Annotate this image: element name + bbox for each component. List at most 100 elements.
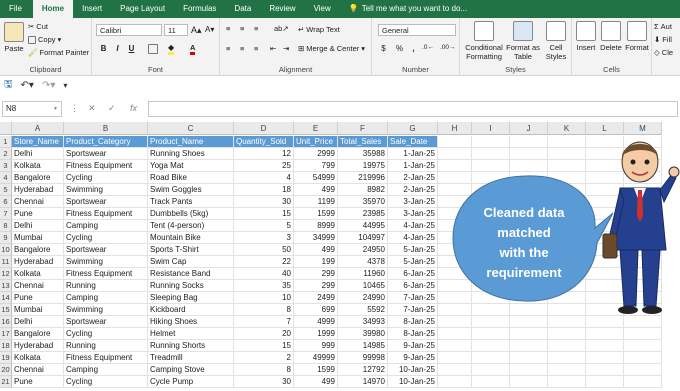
table-cell[interactable]: Chennai — [12, 364, 64, 376]
empty-cell[interactable] — [586, 328, 624, 340]
column-header-k[interactable]: K — [548, 122, 586, 135]
row-header[interactable]: 17 — [0, 328, 12, 340]
table-cell[interactable]: 23985 — [338, 208, 388, 220]
table-cell[interactable]: 5-Jan-25 — [388, 244, 438, 256]
decrease-indent-button[interactable]: ⇤ — [270, 44, 276, 53]
table-cell[interactable]: 11960 — [338, 268, 388, 280]
empty-cell[interactable] — [548, 364, 586, 376]
column-header-a[interactable]: A — [12, 122, 64, 135]
insert-function-icon[interactable]: fx — [130, 103, 137, 113]
cut-button[interactable]: ✂ Cut — [28, 22, 48, 31]
table-cell[interactable]: 1599 — [294, 364, 338, 376]
fill-color-button[interactable]: ◆ — [168, 43, 175, 55]
table-cell[interactable]: 10-Jan-25 — [388, 364, 438, 376]
table-cell[interactable]: 3-Jan-25 — [388, 208, 438, 220]
table-cell[interactable]: 4378 — [338, 256, 388, 268]
table-cell[interactable]: 8 — [234, 304, 294, 316]
empty-cell[interactable] — [586, 376, 624, 388]
empty-cell[interactable] — [438, 328, 472, 340]
table-cell[interactable]: 104997 — [338, 232, 388, 244]
format-as-table-button[interactable]: Format as Table — [506, 21, 540, 61]
table-cell[interactable]: 35988 — [338, 148, 388, 160]
table-cell[interactable]: Bangalore — [12, 328, 64, 340]
table-cell[interactable]: 12792 — [338, 364, 388, 376]
align-top-button[interactable]: ≡ — [226, 24, 230, 33]
table-cell[interactable]: Kolkata — [12, 160, 64, 172]
table-header-cell[interactable]: Quantity_Sold — [234, 136, 294, 148]
save-icon[interactable]: 🖫 — [4, 77, 13, 94]
empty-cell[interactable] — [548, 352, 586, 364]
table-header-cell[interactable]: Sale_Date — [388, 136, 438, 148]
tab-insert[interactable]: Insert — [73, 0, 111, 18]
row-header[interactable]: 3 — [0, 160, 12, 172]
table-cell[interactable]: Helmet — [148, 328, 234, 340]
empty-cell[interactable] — [586, 364, 624, 376]
row-header[interactable]: 15 — [0, 304, 12, 316]
table-cell[interactable]: 2999 — [294, 148, 338, 160]
table-cell[interactable]: Running — [64, 280, 148, 292]
table-cell[interactable]: 6-Jan-25 — [388, 268, 438, 280]
table-cell[interactable]: Pune — [12, 376, 64, 388]
tab-review[interactable]: Review — [260, 0, 304, 18]
table-cell[interactable]: 9-Jan-25 — [388, 340, 438, 352]
table-cell[interactable]: 8-Jan-25 — [388, 316, 438, 328]
table-cell[interactable]: 50 — [234, 244, 294, 256]
table-cell[interactable]: Camping — [64, 364, 148, 376]
table-cell[interactable]: Resistance Band — [148, 268, 234, 280]
table-cell[interactable]: 14985 — [338, 340, 388, 352]
table-cell[interactable]: Fitness Equipment — [64, 352, 148, 364]
table-cell[interactable]: 20 — [234, 328, 294, 340]
insert-cells-button[interactable]: Insert — [574, 21, 598, 52]
copy-button[interactable]: Copy ▾ — [28, 35, 61, 44]
table-cell[interactable]: 3 — [234, 232, 294, 244]
empty-cell[interactable] — [438, 340, 472, 352]
increase-decimal-button[interactable]: .0← — [422, 44, 434, 51]
table-cell[interactable]: Swim Cap — [148, 256, 234, 268]
italic-button[interactable]: I — [112, 44, 123, 53]
select-all-corner[interactable] — [0, 122, 12, 135]
table-cell[interactable]: 219996 — [338, 172, 388, 184]
table-cell[interactable]: 35970 — [338, 196, 388, 208]
align-middle-button[interactable]: ≡ — [240, 24, 244, 33]
empty-cell[interactable] — [438, 148, 472, 160]
table-cell[interactable]: Delhi — [12, 220, 64, 232]
empty-cell[interactable] — [438, 136, 472, 148]
tab-data[interactable]: Data — [225, 0, 260, 18]
font-grow-button[interactable]: A▴ — [191, 25, 202, 36]
empty-cell[interactable] — [548, 376, 586, 388]
tab-formulas[interactable]: Formulas — [174, 0, 225, 18]
table-cell[interactable]: Swimming — [64, 304, 148, 316]
table-cell[interactable]: Swim Goggles — [148, 184, 234, 196]
row-header[interactable]: 12 — [0, 268, 12, 280]
table-cell[interactable]: 1-Jan-25 — [388, 148, 438, 160]
table-cell[interactable]: 15 — [234, 208, 294, 220]
column-header-l[interactable]: L — [586, 122, 624, 135]
tab-page-layout[interactable]: Page Layout — [111, 0, 174, 18]
table-cell[interactable]: 49999 — [294, 352, 338, 364]
table-cell[interactable]: 22 — [234, 256, 294, 268]
row-header[interactable]: 21 — [0, 376, 12, 388]
table-cell[interactable]: Running Shoes — [148, 148, 234, 160]
table-cell[interactable]: 44995 — [338, 220, 388, 232]
customize-toolbar-icon[interactable]: ▾ — [63, 81, 67, 90]
table-cell[interactable]: Kolkata — [12, 352, 64, 364]
table-cell[interactable]: Pune — [12, 292, 64, 304]
paste-button[interactable]: Paste — [3, 22, 25, 53]
table-cell[interactable]: Road Bike — [148, 172, 234, 184]
table-cell[interactable]: 3-Jan-25 — [388, 196, 438, 208]
row-header[interactable]: 4 — [0, 172, 12, 184]
table-cell[interactable]: Mumbai — [12, 304, 64, 316]
empty-cell[interactable] — [510, 352, 548, 364]
table-cell[interactable]: Kolkata — [12, 268, 64, 280]
table-cell[interactable]: 10465 — [338, 280, 388, 292]
empty-cell[interactable] — [438, 376, 472, 388]
table-cell[interactable]: 8-Jan-25 — [388, 328, 438, 340]
column-header-g[interactable]: G — [388, 122, 438, 135]
comma-button[interactable]: , — [408, 44, 419, 53]
empty-cell[interactable] — [586, 352, 624, 364]
column-header-j[interactable]: J — [510, 122, 548, 135]
table-cell[interactable]: Cycling — [64, 172, 148, 184]
row-header[interactable]: 13 — [0, 280, 12, 292]
table-cell[interactable]: 5-Jan-25 — [388, 256, 438, 268]
orientation-button[interactable]: ab↗ — [274, 24, 289, 33]
